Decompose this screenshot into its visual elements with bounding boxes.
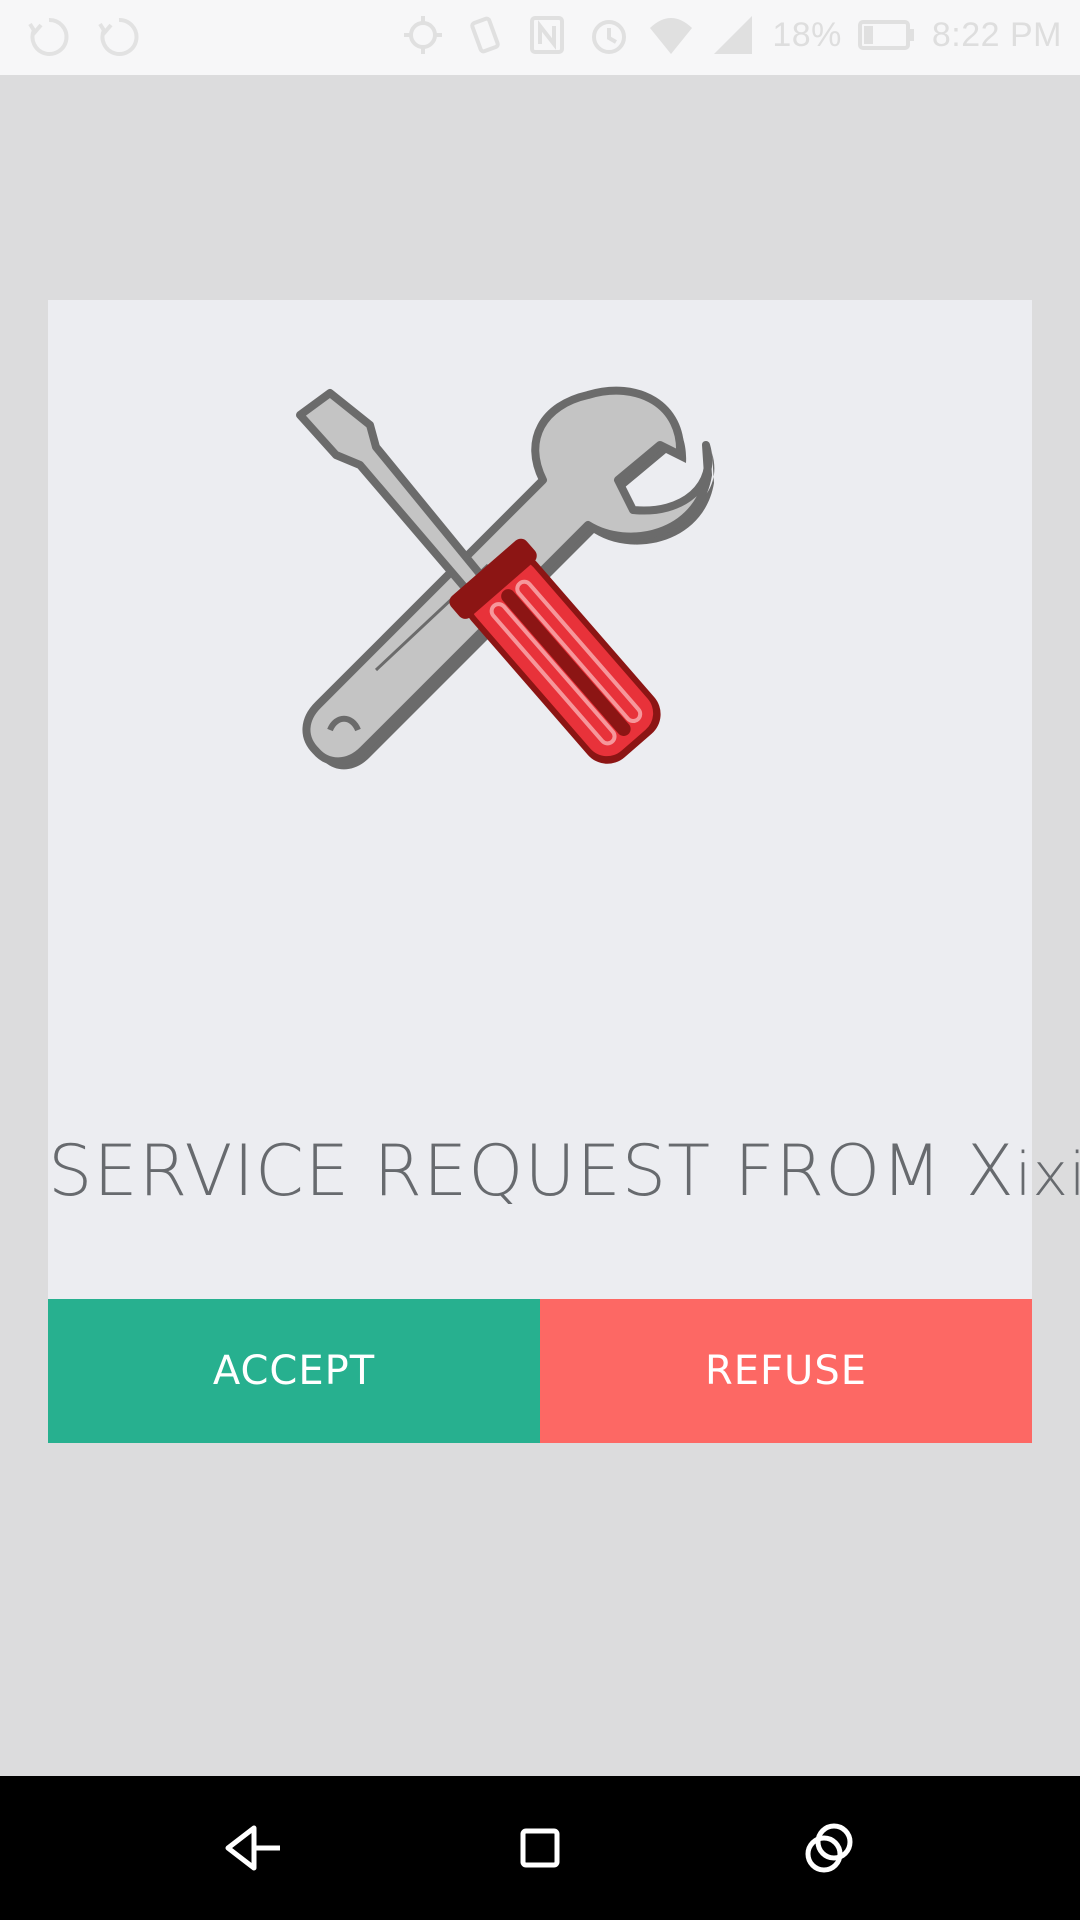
refuse-button[interactable]: REFUSE [540, 1299, 1032, 1443]
nfc-icon [530, 16, 565, 54]
vibrate-icon [470, 16, 501, 54]
status-bar-right: 18% 8:22 PM [400, 12, 1062, 58]
service-request-title: SERVICE REQUEST FROM Xixi [48, 1130, 1080, 1212]
accept-button[interactable]: ACCEPT [48, 1299, 540, 1443]
recents-icon[interactable] [796, 1816, 860, 1880]
back-icon[interactable] [220, 1816, 284, 1880]
battery-percentage: 18% [772, 15, 842, 54]
title-requester-name: ixi [1014, 1140, 1080, 1210]
home-icon[interactable] [508, 1816, 572, 1880]
sync-icon [28, 17, 69, 56]
action-buttons: ACCEPT REFUSE [48, 1299, 1032, 1443]
title-prefix: SERVICE REQUEST FROM X [48, 1130, 1015, 1212]
service-request-card: SERVICE REQUEST FROM Xixi ACCEPT REFUSE [48, 300, 1080, 1443]
status-bar-left [26, 14, 142, 60]
battery-icon [857, 20, 914, 50]
wrench-screwdriver-icon [296, 386, 715, 770]
sync-icon [98, 17, 139, 56]
wifi-icon [650, 18, 693, 54]
status-bar: 18% 8:22 PM [0, 0, 1080, 75]
clock: 8:22 PM [931, 15, 1062, 54]
navigation-bar [0, 1776, 1080, 1920]
alarm-icon [592, 20, 627, 54]
signal-icon [714, 16, 753, 54]
location-icon [404, 16, 443, 54]
